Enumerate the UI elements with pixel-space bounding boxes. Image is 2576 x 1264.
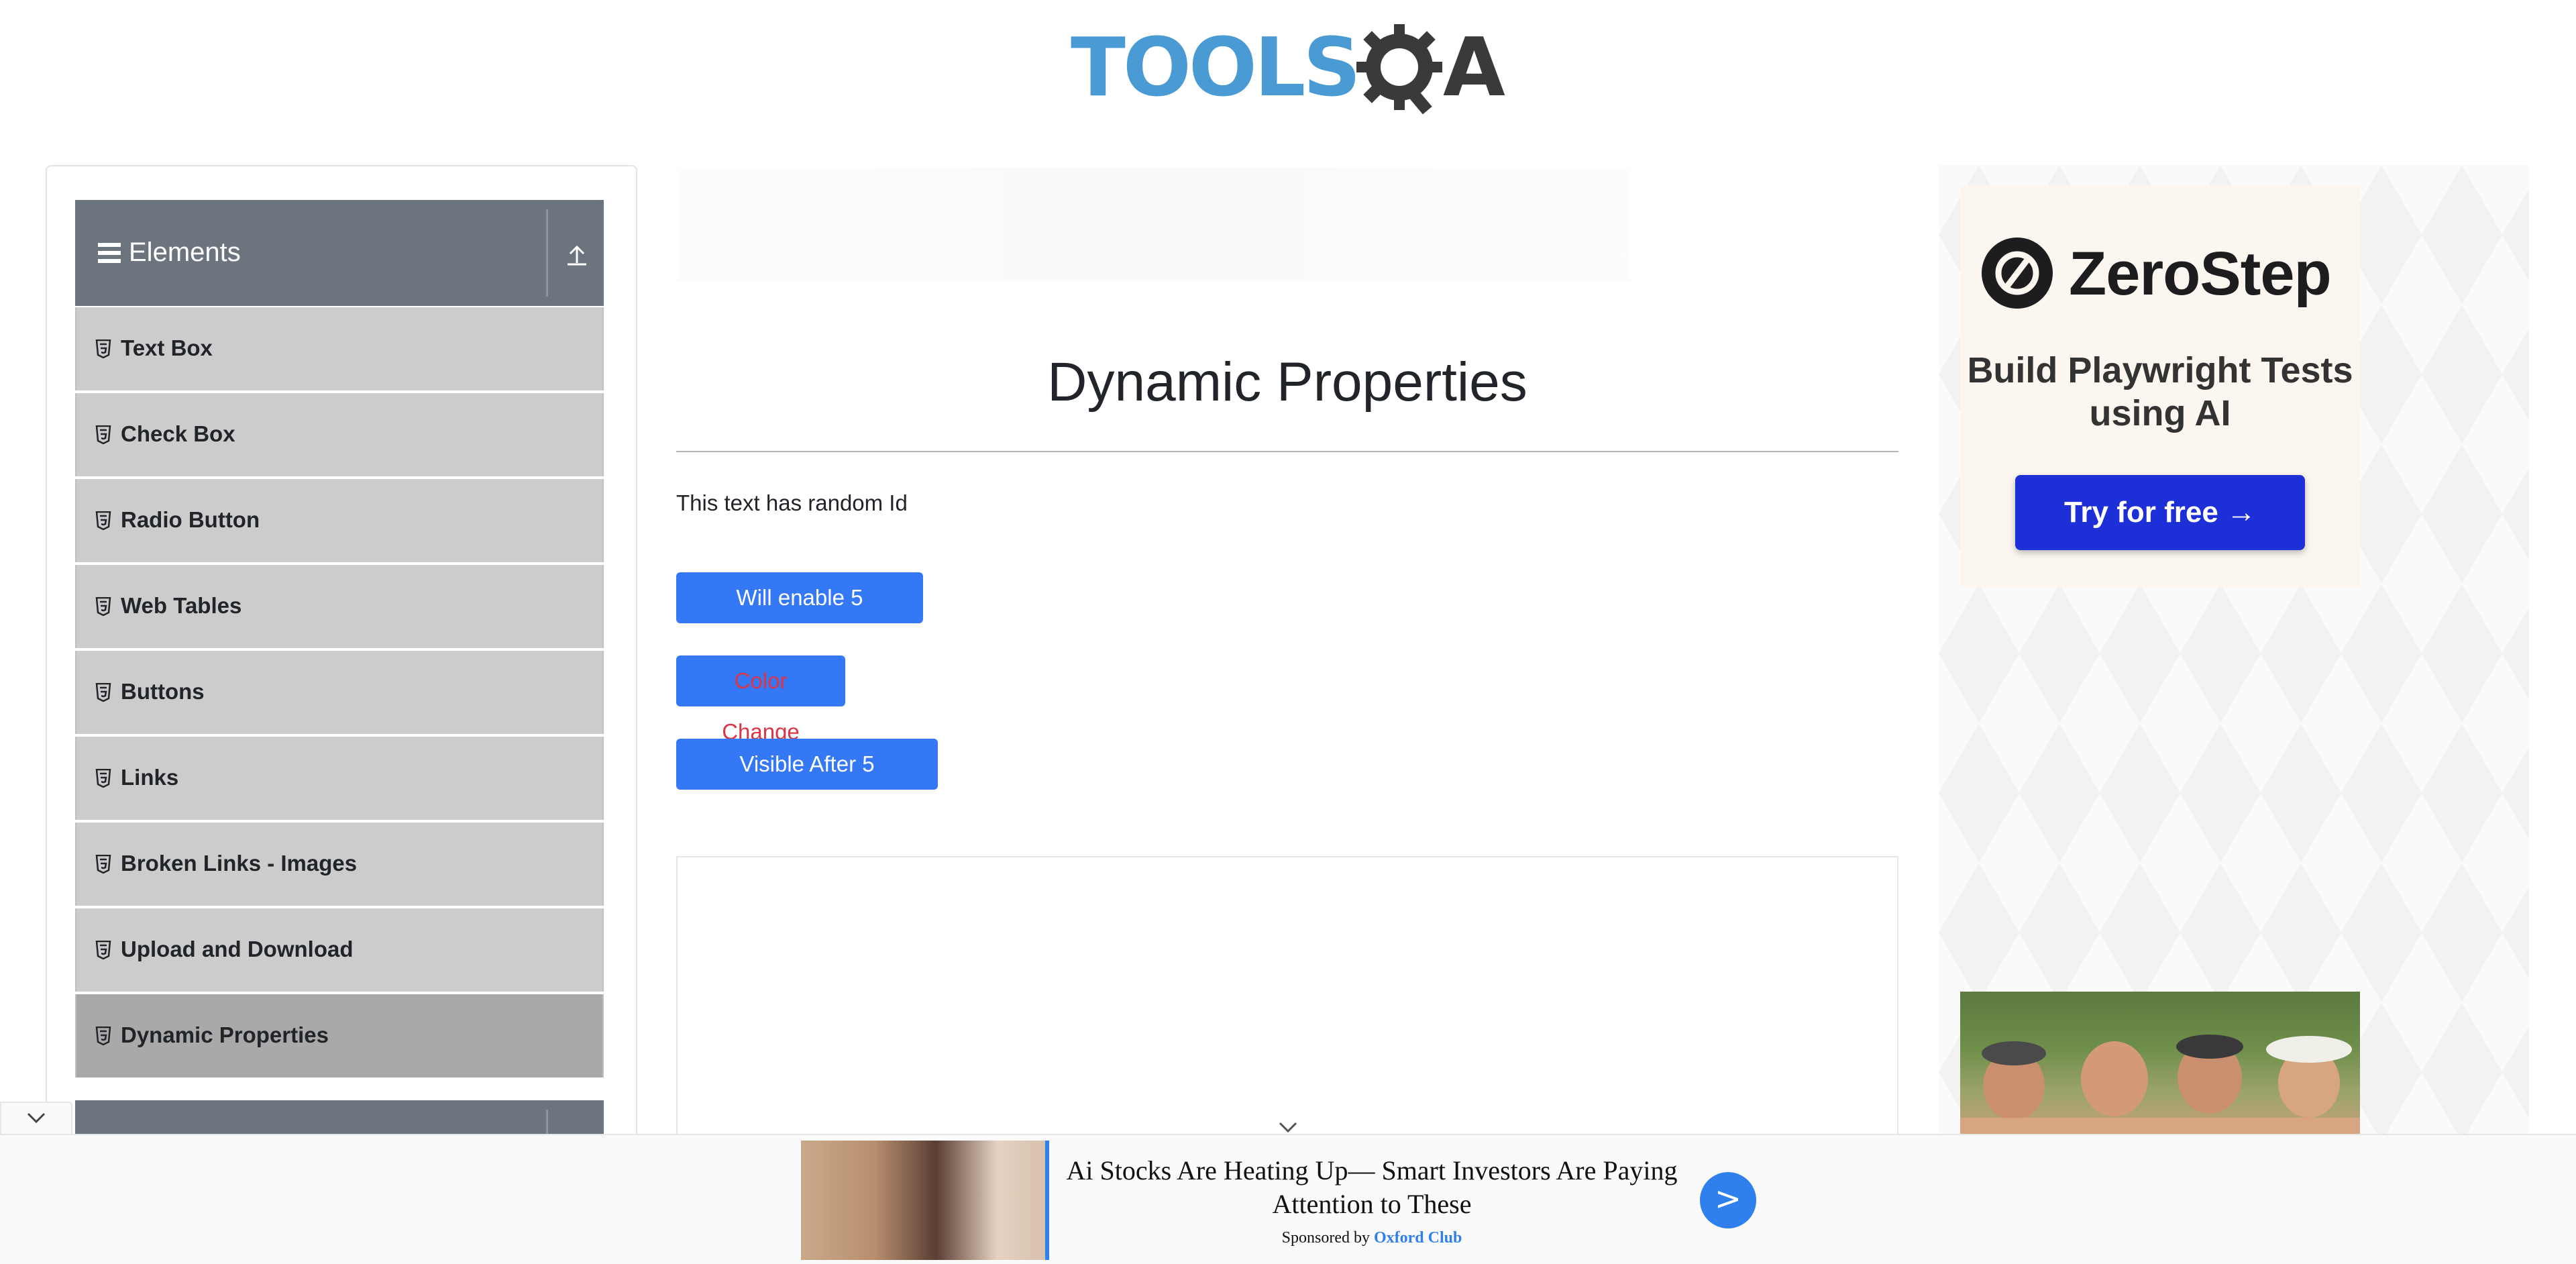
- logo-letter: A: [1443, 21, 1505, 115]
- html5-icon: [95, 855, 111, 874]
- ad-sponsor-line: Sponsored by Oxford Club: [1060, 1228, 1684, 1248]
- group-divider: [546, 209, 548, 297]
- people-photo: [1960, 1035, 2360, 1134]
- random-id-text: This text has random Id: [676, 490, 908, 515]
- chevron-down-icon: [27, 1112, 46, 1124]
- ad-thumbnail[interactable]: [801, 1141, 1046, 1260]
- photo-ad[interactable]: [1960, 992, 2360, 1134]
- html5-icon: [95, 425, 111, 444]
- ad-accent-bar: [1045, 1141, 1049, 1260]
- sidebar-item-check-box[interactable]: Check Box: [75, 393, 604, 476]
- page-title: Dynamic Properties: [1047, 352, 1527, 413]
- chevron-down-icon[interactable]: [1277, 1120, 1299, 1134]
- sidebar-item-label: Text Box: [121, 335, 213, 360]
- group-header-elements[interactable]: Elements: [75, 200, 604, 306]
- html5-icon: [95, 1026, 111, 1045]
- html5-icon: [95, 769, 111, 788]
- sidebar-item-label: Web Tables: [121, 593, 242, 618]
- toolsqa-logo[interactable]: TOOLS A: [1071, 19, 1508, 121]
- title-divider: [676, 451, 1898, 452]
- ad-frame: [676, 856, 1898, 1138]
- zerostep-tagline: Build Playwright Tests using AI: [1967, 350, 2353, 433]
- sidebar-item-radio-button[interactable]: Radio Button: [75, 479, 604, 562]
- sidebar-item-label: Broken Links - Images: [121, 851, 358, 876]
- sponsor-brand[interactable]: Oxford Club: [1374, 1229, 1462, 1247]
- sidebar-item-broken-links[interactable]: Broken Links - Images: [75, 823, 604, 906]
- hamburger-icon: [98, 243, 121, 263]
- logo-wordmark: TOOLS: [1071, 21, 1361, 115]
- sidebar-item-upload-download[interactable]: Upload and Download: [75, 908, 604, 992]
- sidebar-item-buttons[interactable]: Buttons: [75, 651, 604, 734]
- html5-icon: [95, 597, 111, 616]
- sidebar-item-label: Links: [121, 765, 179, 790]
- try-for-free-button[interactable]: Try for free →: [2015, 475, 2305, 550]
- html5-icon: [95, 941, 111, 959]
- gear-magnifier-icon: [1356, 24, 1442, 115]
- sidebar-item-dynamic-properties[interactable]: Dynamic Properties: [75, 994, 604, 1077]
- sidebar-item-web-tables[interactable]: Web Tables: [75, 565, 604, 648]
- sidebar-item-label: Dynamic Properties: [121, 1022, 329, 1047]
- group-title: Elements: [129, 238, 241, 267]
- html5-icon: [95, 511, 111, 530]
- ad-go-button[interactable]: >: [1700, 1172, 1756, 1228]
- html5-icon: [95, 339, 111, 358]
- color-change-button[interactable]: Color Change: [676, 655, 845, 744]
- bottom-ad-toggle[interactable]: [0, 1102, 72, 1135]
- sidebar-item-text-box[interactable]: Text Box: [75, 307, 604, 390]
- sidebar-menu: Text Box Check Box Radio Button Web Tabl…: [75, 307, 604, 1080]
- group-divider: [546, 1110, 548, 1134]
- sidebar-item-label: Check Box: [121, 421, 235, 446]
- visible-after-button[interactable]: Visible After 5 Seconds: [676, 739, 938, 827]
- group-header-next[interactable]: [75, 1100, 604, 1134]
- collapse-up-icon[interactable]: [564, 242, 590, 268]
- sidebar-item-label: Buttons: [121, 679, 205, 704]
- html5-icon: [95, 683, 111, 702]
- zerostep-brand: ZeroStep: [2069, 240, 2332, 308]
- sidebar-item-label: Upload and Download: [121, 937, 354, 961]
- zerostep-logo-icon: [1982, 238, 2053, 309]
- enable-after-button[interactable]: Will enable 5 seconds: [676, 572, 923, 661]
- sidebar-item-label: Radio Button: [121, 507, 260, 532]
- sponsor-prefix: Sponsored by: [1281, 1229, 1370, 1247]
- ad-headline[interactable]: Ai Stocks Are Heating Up— Smart Investor…: [1060, 1154, 1684, 1221]
- sidebar-item-links[interactable]: Links: [75, 737, 604, 820]
- ad-banner-placeholder: [678, 168, 1630, 282]
